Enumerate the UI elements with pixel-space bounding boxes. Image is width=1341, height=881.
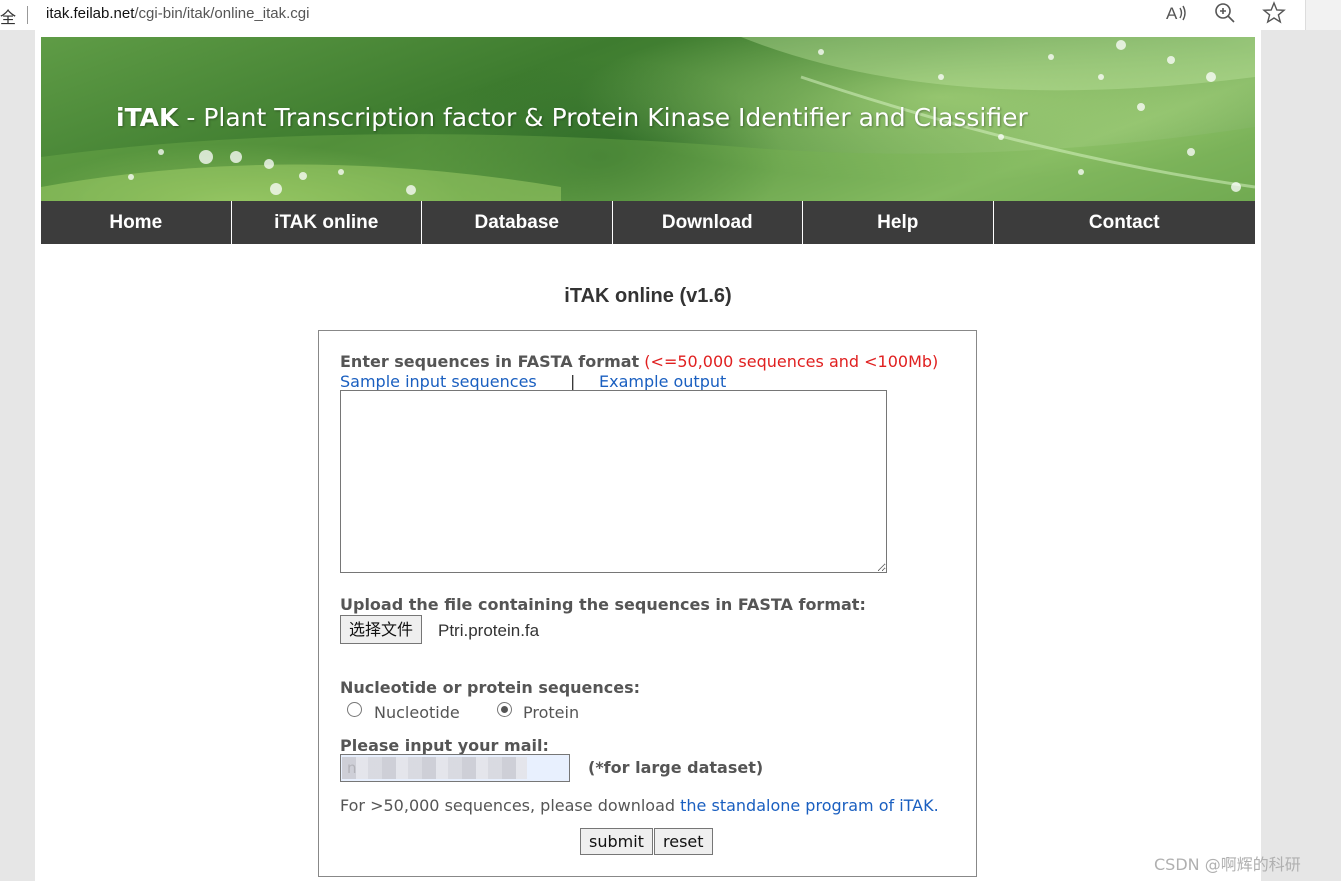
nucleotide-radio[interactable] xyxy=(347,702,362,717)
sample-input-link[interactable]: Sample input sequences xyxy=(340,372,537,391)
sequence-label: Enter sequences in FASTA format (<=50,00… xyxy=(340,352,938,371)
read-aloud-icon[interactable]: A xyxy=(1163,1,1189,27)
large-dataset-note: (*for large dataset) xyxy=(588,758,764,777)
watermark: CSDN @啊辉的科研 xyxy=(1154,855,1301,874)
site-title-subtitle: - Plant Transcription factor & Protein K… xyxy=(178,103,1028,132)
site-title-brand: iTAK xyxy=(116,103,179,132)
mail-label: Please input your mail: xyxy=(340,736,549,755)
zoom-icon[interactable] xyxy=(1212,1,1238,27)
url-host: itak.feilab.net xyxy=(46,5,135,22)
standalone-note-text: For >50,000 sequences, please download xyxy=(340,796,681,815)
nucleotide-label[interactable]: Nucleotide xyxy=(374,703,460,722)
example-output-link[interactable]: Example output xyxy=(599,372,726,391)
sequence-type-label: Nucleotide or protein sequences: xyxy=(340,678,641,697)
choose-file-button[interactable]: 选择文件 xyxy=(340,615,423,644)
submission-form: Enter sequences in FASTA format (<=50,00… xyxy=(318,330,977,877)
site-title: iTAK - Plant Transcription factor & Prot… xyxy=(116,103,1028,132)
sequence-limit-note: (<=50,000 sequences and <100Mb) xyxy=(639,352,939,371)
favorite-star-icon[interactable] xyxy=(1261,1,1287,27)
nav-itak-online[interactable]: iTAK online xyxy=(232,201,422,244)
nav-contact[interactable]: Contact xyxy=(994,201,1256,244)
protein-radio[interactable] xyxy=(497,702,512,717)
url-path: /cgi-bin/itak/online_itak.cgi xyxy=(134,5,310,22)
submit-button[interactable]: submit xyxy=(580,828,653,855)
browser-edge-panel xyxy=(1305,0,1341,30)
url-field[interactable]: itak.feilab.net/cgi-bin/itak/online_itak… xyxy=(46,5,309,22)
partial-text: 全 xyxy=(0,8,17,27)
svg-text:A: A xyxy=(1166,4,1178,23)
page-title: iTAK online (v1.6) xyxy=(564,285,732,307)
standalone-note: For >50,000 sequences, please download t… xyxy=(340,796,939,815)
nav-home[interactable]: Home xyxy=(41,201,232,244)
page-content: iTAK - Plant Transcription factor & Prot… xyxy=(35,30,1261,881)
sequence-label-text: Enter sequences in FASTA format xyxy=(340,352,640,371)
standalone-program-link[interactable]: the standalone program of iTAK. xyxy=(680,796,939,815)
main-navigation: Home iTAK online Database Download Help … xyxy=(41,201,1255,244)
browser-address-bar: 全 itak.feilab.net/cgi-bin/itak/online_it… xyxy=(0,0,1341,30)
header-banner: iTAK - Plant Transcription factor & Prot… xyxy=(41,37,1255,201)
sequence-textarea[interactable] xyxy=(340,390,887,573)
email-field[interactable] xyxy=(340,754,570,782)
nav-help[interactable]: Help xyxy=(803,201,994,244)
nav-database[interactable]: Database xyxy=(422,201,613,244)
nav-download[interactable]: Download xyxy=(613,201,803,244)
upload-label: Upload the file containing the sequences… xyxy=(340,595,866,614)
reset-button[interactable]: reset xyxy=(654,828,713,855)
address-separator xyxy=(27,6,28,24)
link-divider: | xyxy=(570,372,576,391)
protein-label[interactable]: Protein xyxy=(523,703,579,722)
selected-file-name: Ptri.protein.fa xyxy=(438,621,540,640)
